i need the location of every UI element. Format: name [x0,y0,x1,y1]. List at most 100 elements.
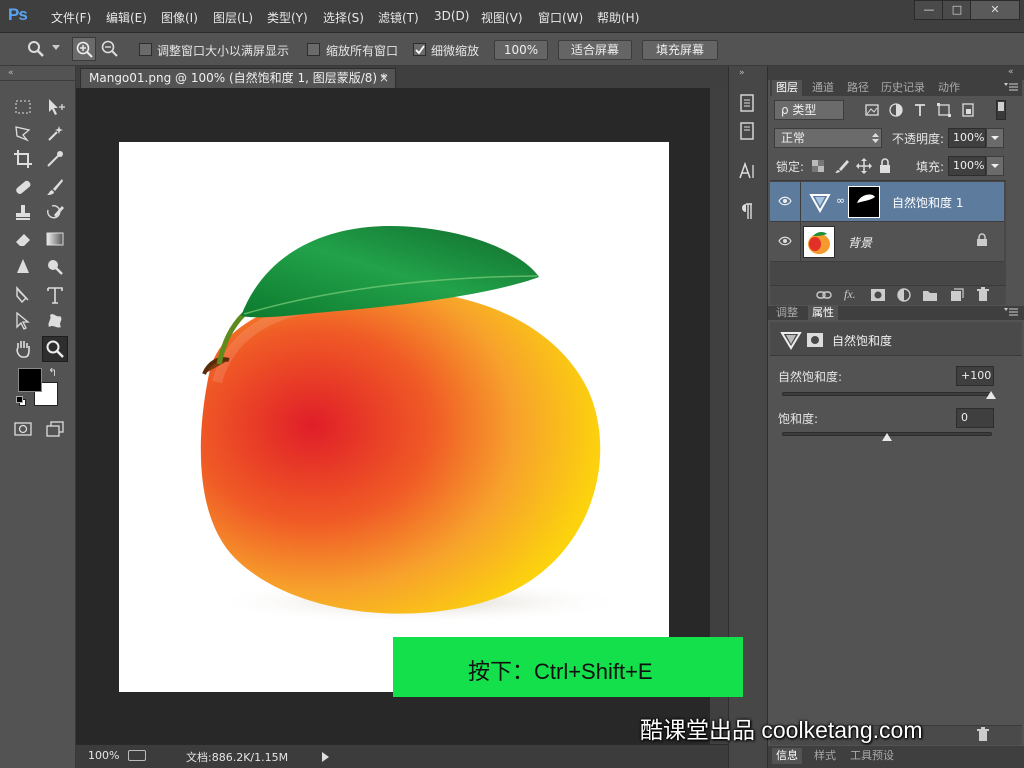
character-panel-button[interactable] [736,160,758,182]
opacity-slider-button[interactable] [986,128,1004,148]
layer-style-icon[interactable]: fx. [844,287,856,302]
menu-help[interactable]: 帮助(H) [597,9,639,26]
clone-stamp-tool[interactable] [12,202,34,224]
zoom-tool[interactable] [42,336,68,362]
crop-tool[interactable] [12,148,34,170]
layer-thumbnail[interactable] [803,226,835,258]
saturation-input[interactable]: 0 [956,408,994,428]
scrubby-zoom-checkbox[interactable] [413,43,426,56]
vibrance-slider-thumb[interactable] [986,391,996,399]
filter-type-icon[interactable] [912,102,928,118]
blend-mode-dropdown[interactable]: 正常 [774,128,882,148]
layer-filter-dropdown[interactable]: ρ 类型 [774,100,844,120]
menu-view[interactable]: 视图(V) [481,9,523,26]
link-layers-icon[interactable] [816,289,832,301]
saturation-slider-thumb[interactable] [882,433,892,441]
layer-name[interactable]: 自然饱和度 1 [892,194,963,211]
new-group-icon[interactable] [922,288,938,302]
collapse-panel-icon[interactable]: « [1008,67,1014,77]
tab-properties[interactable]: 属性 [808,306,838,320]
lock-position-icon[interactable] [856,158,872,174]
properties-panel-button[interactable] [736,120,758,142]
layer-mask-thumbnail[interactable] [848,186,880,218]
collapse-icon[interactable]: « [8,68,14,78]
hand-tool[interactable] [12,338,34,360]
zoom-out-button[interactable] [98,37,122,61]
screen-mode-button[interactable] [44,418,66,440]
document-tab[interactable]: Mango01.png @ 100% (自然饱和度 1, 图层蒙版/8) * × [80,68,396,88]
close-window-button[interactable]: ✕ [970,0,1020,20]
filter-shape-icon[interactable] [936,102,952,118]
swap-colors-icon[interactable]: ↰ [48,366,57,379]
close-tab-icon[interactable]: × [379,69,389,87]
history-panel-button[interactable] [736,92,758,114]
filter-adjustment-icon[interactable] [888,102,904,118]
delete-adjustment-icon[interactable] [976,727,990,743]
filter-toggle-switch[interactable] [996,100,1006,120]
adjustment-thumbnail[interactable] [808,190,832,214]
status-zoom[interactable]: 100% [88,749,119,762]
marquee-tool[interactable] [12,96,34,118]
menu-window[interactable]: 窗口(W) [538,9,583,26]
fit-screen-button[interactable]: 适合屏幕 [558,40,632,60]
fill-slider-button[interactable] [986,156,1004,176]
tab-styles[interactable]: 样式 [810,748,840,764]
filter-pixel-icon[interactable] [864,102,880,118]
eraser-tool[interactable] [12,228,34,250]
panel-menu-icon[interactable] [1004,83,1018,93]
default-colors-icon[interactable] [16,396,26,406]
actual-pixels-button[interactable]: 100% [494,40,548,60]
menu-filter[interactable]: 滤镜(T) [378,9,419,26]
visibility-eye-icon[interactable] [778,236,792,246]
tab-paths[interactable]: 路径 [843,80,873,96]
new-adjustment-icon[interactable] [896,287,912,303]
status-menu-arrow-icon[interactable] [322,752,330,762]
properties-menu-icon[interactable] [1004,308,1018,318]
vibrance-input[interactable]: +100 [956,366,994,386]
minimize-button[interactable]: — [914,0,944,20]
resize-windows-checkbox[interactable] [139,43,152,56]
menu-file[interactable]: 文件(F) [51,9,91,26]
menu-type[interactable]: 类型(Y) [267,9,308,26]
new-layer-icon[interactable] [950,288,964,302]
zoom-in-button[interactable] [72,37,96,61]
layer-row-background[interactable]: 背景 [770,222,1004,262]
menu-select[interactable]: 选择(S) [323,9,364,26]
menu-3d[interactable]: 3D(D) [434,9,469,23]
menu-edit[interactable]: 编辑(E) [106,9,147,26]
eyedropper-tool[interactable] [44,148,66,170]
fill-input[interactable]: 100% [948,156,986,176]
gradient-tool[interactable] [44,228,66,250]
canvas-image[interactable] [119,142,669,692]
zoom-all-checkbox[interactable] [307,43,320,56]
add-mask-icon[interactable] [870,288,886,302]
dodge-tool[interactable] [44,256,66,278]
opacity-input[interactable]: 100% [948,128,986,148]
tab-channels[interactable]: 通道 [808,80,838,96]
expand-panels-icon[interactable]: » [739,68,745,78]
fill-screen-button[interactable]: 填充屏幕 [642,40,718,60]
brush-tool[interactable] [44,176,66,198]
delete-layer-icon[interactable] [976,287,990,303]
tool-preset-picker[interactable] [8,35,64,63]
status-preview-icon[interactable] [128,750,146,761]
quick-mask-button[interactable] [12,418,34,440]
move-tool[interactable] [44,96,66,118]
vibrance-slider-track[interactable] [782,392,992,396]
tab-actions[interactable]: 动作 [934,80,964,96]
magic-wand-tool[interactable] [44,122,66,144]
menu-layer[interactable]: 图层(L) [213,9,253,26]
type-tool[interactable] [44,284,66,306]
tab-layers[interactable]: 图层 [772,80,802,96]
tab-adjustments[interactable]: 调整 [772,306,802,320]
mask-toggle-icon[interactable] [806,332,824,348]
menu-image[interactable]: 图像(I) [161,9,198,26]
lock-transparent-icon[interactable] [812,160,824,172]
path-selection-tool[interactable] [12,310,34,332]
layer-name[interactable]: 背景 [848,234,872,251]
mask-link-icon[interactable]: ∞ [836,194,845,207]
visibility-eye-icon[interactable] [778,196,792,206]
layer-row-vibrance[interactable]: ∞ 自然饱和度 1 [770,182,1004,222]
lock-image-icon[interactable] [834,158,850,174]
maximize-button[interactable]: □ [942,0,972,20]
